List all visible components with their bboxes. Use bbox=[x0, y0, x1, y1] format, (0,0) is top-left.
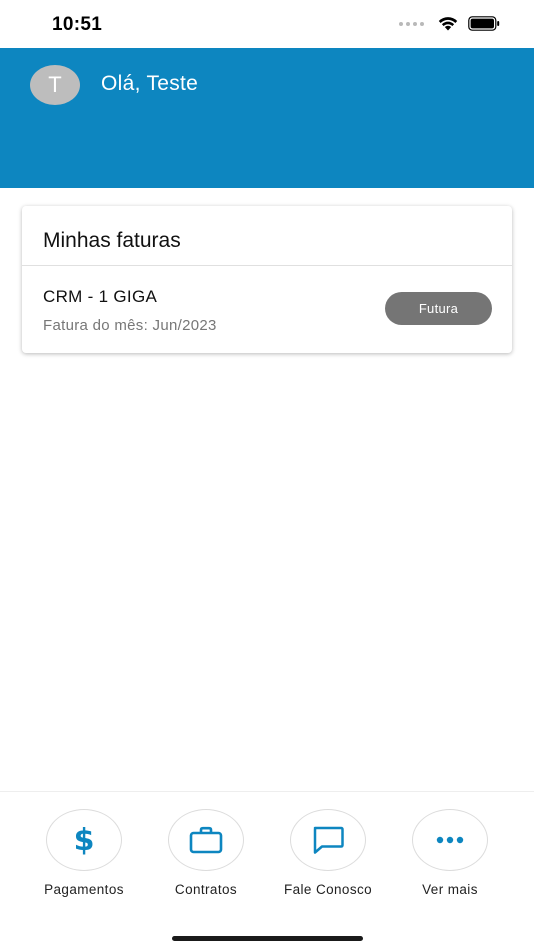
nav-item-ver-mais[interactable]: Ver mais bbox=[390, 809, 510, 897]
briefcase-icon bbox=[189, 826, 223, 854]
nav-button-pagamentos[interactable]: $ bbox=[46, 809, 122, 871]
nav-button-ver-mais[interactable] bbox=[412, 809, 488, 871]
bottom-navigation: $ Pagamentos Contratos Fale Conosco Ver … bbox=[0, 791, 534, 950]
status-icons bbox=[399, 16, 500, 31]
nav-item-fale-conosco[interactable]: Fale Conosco bbox=[268, 809, 388, 897]
chat-bubble-icon bbox=[313, 826, 344, 854]
greeting-text: Olá, Teste bbox=[101, 72, 199, 95]
wifi-icon bbox=[438, 17, 458, 31]
nav-label-contratos: Contratos bbox=[174, 882, 238, 897]
nav-label-fale-conosco: Fale Conosco bbox=[283, 882, 373, 897]
invoices-card: Minhas faturas CRM - 1 GIGA Fatura do mê… bbox=[22, 206, 512, 353]
battery-icon bbox=[468, 16, 500, 31]
header: T Olá, Teste bbox=[0, 48, 534, 188]
dollar-icon: $ bbox=[73, 822, 95, 858]
invoice-name: CRM - 1 GIGA bbox=[43, 287, 158, 306]
status-bar: 10:51 bbox=[0, 0, 534, 48]
invoice-status-badge[interactable]: Futura bbox=[385, 292, 492, 325]
avatar[interactable]: T bbox=[30, 65, 80, 105]
cellular-signal-icon bbox=[399, 21, 424, 26]
home-indicator[interactable] bbox=[172, 936, 363, 941]
invoice-month: Fatura do mês: Jun/2023 bbox=[43, 317, 217, 334]
status-time: 10:51 bbox=[52, 14, 103, 35]
more-horizontal-icon bbox=[436, 836, 464, 844]
nav-button-fale-conosco[interactable] bbox=[290, 809, 366, 871]
nav-label-pagamentos: Pagamentos bbox=[44, 882, 124, 897]
nav-item-pagamentos[interactable]: $ Pagamentos bbox=[24, 809, 144, 897]
nav-label-ver-mais: Ver mais bbox=[422, 882, 478, 897]
invoices-card-title: Minhas faturas bbox=[43, 229, 181, 252]
card-divider bbox=[22, 265, 512, 266]
nav-button-contratos[interactable] bbox=[168, 809, 244, 871]
nav-item-contratos[interactable]: Contratos bbox=[146, 809, 266, 897]
